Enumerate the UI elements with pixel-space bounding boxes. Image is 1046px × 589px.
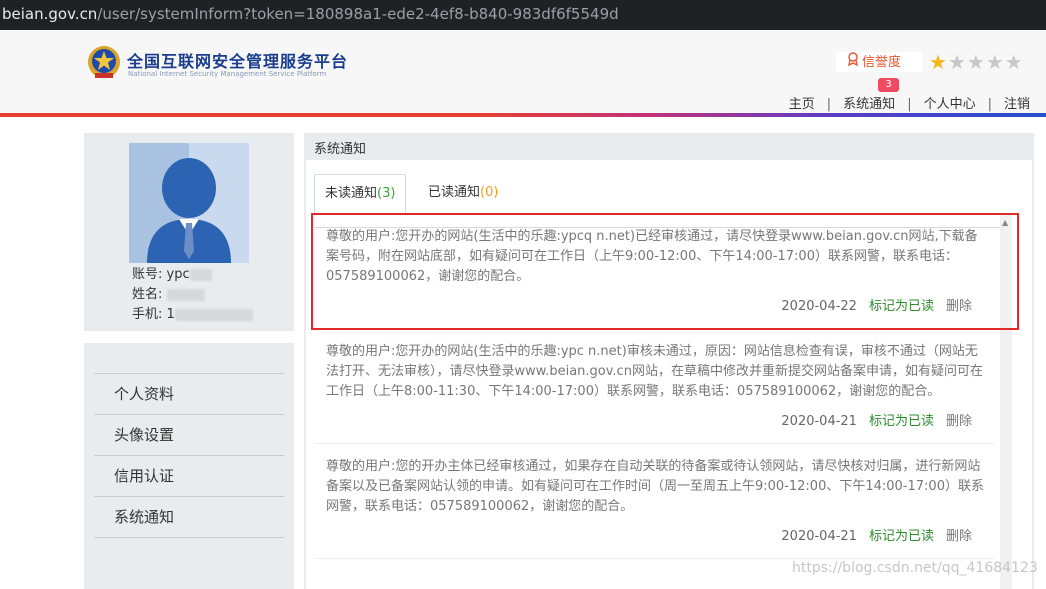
sidebar-item-notifications[interactable]: 系统通知 <box>94 497 284 538</box>
phone-value: 1 <box>166 307 175 322</box>
delete-link[interactable]: 删除 <box>946 299 972 314</box>
nav-home-link[interactable]: 主页 <box>789 97 815 112</box>
header-color-bar <box>0 113 1046 117</box>
sidebar-menu: 个人资料 头像设置 信用认证 系统通知 <box>94 373 284 538</box>
tab-unread[interactable]: 未读通知(3) <box>314 174 407 214</box>
tab-count: (3) <box>377 186 396 201</box>
tab-label: 已读通知 <box>428 185 481 200</box>
delete-link[interactable]: 删除 <box>946 529 972 544</box>
notice-text: 尊敬的用户:您的开办主体已经审核通过，如果存在自动关联的待备案或待认领网站，请尽… <box>326 459 984 514</box>
phone-label: 手机: <box>132 307 163 322</box>
sidebar-item-credit-verification[interactable]: 信用认证 <box>94 456 284 497</box>
nav-logout-link[interactable]: 注销 <box>1004 97 1030 112</box>
nav-separator: | <box>826 97 832 112</box>
name-label: 姓名: <box>132 287 163 302</box>
site-subtitle: National Internet Security Management Se… <box>128 70 327 78</box>
scroll-up-arrow-icon[interactable]: ▲ <box>1002 218 1008 227</box>
mark-read-link[interactable]: 标记为已读 <box>869 529 934 544</box>
notice-footer: 2020-04-22 标记为已读 删除 <box>326 297 994 328</box>
notice-item: 尊敬的用户:您的开办主体已经审核通过，如果存在自动关联的待备案或待认领网站，请尽… <box>314 444 994 559</box>
notice-text: 尊敬的用户:您开办的网站(生活中的乐趣:ypc n.net)审核未通过，原因：网… <box>326 344 983 399</box>
notice-text: 尊敬的用户:您开办的网站(生活中的乐趣:ypcq n.net)已经审核通过，请尽… <box>326 229 978 284</box>
avatar[interactable] <box>129 143 249 263</box>
notice-date: 2020-04-21 <box>781 414 857 429</box>
star-empty-icon: ★ <box>985 50 1005 74</box>
nav-separator: | <box>907 97 912 112</box>
notice-date: 2020-04-22 <box>781 299 857 314</box>
nav-notifications-link[interactable]: 系统通知 <box>843 97 895 112</box>
mark-read-link[interactable]: 标记为已读 <box>869 414 934 429</box>
notice-item: 尊敬的用户:您开办的网站(生活中的乐趣:ypc n.net)审核未通过，原因：网… <box>314 329 994 444</box>
star-rating: ★★★★★ <box>929 51 1024 73</box>
site-header: 全国互联网安全管理服务平台 National Internet Security… <box>0 30 1046 113</box>
notice-item: 尊敬的用户:您开办的网站(生活中的乐趣:ypcq n.net)已经审核通过，请尽… <box>314 214 994 329</box>
star-empty-icon: ★ <box>1004 50 1024 74</box>
panel-body: 未读通知(3) 已读通知(0) 尊敬的用户:您开办的网站(生活中的乐趣:ypcq… <box>306 160 1032 589</box>
account-label: 账号: <box>132 267 163 282</box>
nav-separator: | <box>987 97 992 112</box>
notice-list: 尊敬的用户:您开办的网站(生活中的乐趣:ypcq n.net)已经审核通过，请尽… <box>314 214 994 589</box>
medal-icon <box>846 52 860 73</box>
notice-date: 2020-04-21 <box>781 529 857 544</box>
sidebar-item-avatar-settings[interactable]: 头像设置 <box>94 415 284 456</box>
tab-count: (0) <box>480 185 499 200</box>
tab-label: 未读通知 <box>325 186 378 201</box>
notice-footer: 2020-04-21 标记为已读 删除 <box>326 412 994 443</box>
delete-link[interactable]: 删除 <box>946 414 972 429</box>
credit-rating[interactable]: 信誉度 <box>836 52 922 72</box>
sidebar-item-profile[interactable]: 个人资料 <box>94 374 284 415</box>
notifications-panel: 系统通知 未读通知(3) 已读通知(0) 尊敬的用户:您开办的网站(生活中的乐趣… <box>304 133 1034 589</box>
star-empty-icon: ★ <box>966 50 986 74</box>
site-title: 全国互联网安全管理服务平台 <box>127 52 349 71</box>
panel-title: 系统通知 <box>314 142 367 157</box>
tab-read[interactable]: 已读通知(0) <box>418 174 508 214</box>
notice-scrollbar[interactable]: ▲ <box>1000 214 1012 589</box>
address-bar[interactable]: beian.gov.cn/user/systemInform?token=180… <box>0 0 1046 30</box>
notice-footer: 2020-04-21 标记为已读 删除 <box>326 527 994 558</box>
star-filled-icon: ★ <box>929 50 948 74</box>
mark-read-link[interactable]: 标记为已读 <box>869 299 934 314</box>
profile-card: 账号: ypc 姓名: 手机: 1 <box>84 133 294 331</box>
watermark: https://blog.csdn.net/qq_41684123 <box>792 560 1038 576</box>
profile-info: 账号: ypc 姓名: 手机: 1 <box>132 265 253 325</box>
star-empty-icon: ★ <box>947 50 967 74</box>
sidebar: 个人资料 头像设置 信用认证 系统通知 <box>84 343 294 589</box>
notification-count-badge: 3 <box>878 78 899 92</box>
police-emblem-icon <box>88 46 120 78</box>
account-value: ypc <box>166 267 190 282</box>
url-path: /user/systemInform?token=180898a1-ede2-4… <box>97 5 619 23</box>
scrollbar-thumb[interactable] <box>1002 232 1010 562</box>
nav-personal-center-link[interactable]: 个人中心 <box>924 97 976 112</box>
credit-label: 信誉度 <box>862 55 902 70</box>
top-nav: 主页 | 系统通知 | 个人中心 | 注销 <box>789 93 1030 112</box>
url-host: beian.gov.cn <box>2 5 98 23</box>
